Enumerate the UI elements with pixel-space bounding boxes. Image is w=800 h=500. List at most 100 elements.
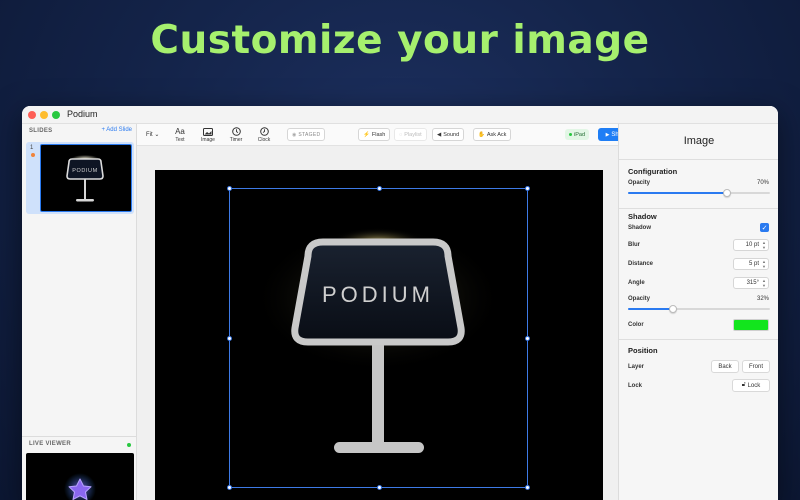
slides-header: SLIDES (29, 128, 53, 134)
text-tool-button[interactable]: Aa Text (168, 126, 192, 143)
configuration-section-title: Configuration (628, 167, 678, 176)
inspector-title: Image (683, 135, 715, 147)
slide-thumbnail[interactable]: PODIUM (40, 144, 132, 212)
podium-thumbnail-graphic: PODIUM (66, 155, 104, 202)
shadow-color-label: Color (628, 322, 644, 328)
timer-tool-button[interactable]: Timer (224, 126, 248, 143)
inspector-panel: Image Configuration Opacity 70% Shadow S… (618, 124, 778, 500)
image-icon (196, 126, 220, 137)
resize-handle-top-right[interactable] (525, 186, 530, 191)
device-label: iPad (574, 131, 586, 138)
connected-dot-icon (569, 133, 572, 136)
angle-label: Angle (628, 280, 645, 286)
live-viewer-section: LIVE VIEWER (22, 436, 137, 500)
clock-tool-label: Clock (257, 137, 271, 143)
text-icon: Aa (175, 127, 185, 136)
selection-box[interactable] (227, 186, 530, 490)
lock-button[interactable]: 🔓︎ Lock (732, 379, 770, 392)
sound-button[interactable]: ◀ Sound (432, 128, 465, 141)
shadow-toggle-label: Shadow (628, 225, 652, 231)
bolt-icon: ⚡ (363, 131, 370, 138)
blur-stepper[interactable]: 10 pt ▲ ▼ (733, 239, 769, 251)
live-status-dot (127, 443, 131, 447)
app-window: Podium SLIDES + Add Slide 1 PODIUM LIVE … (22, 106, 778, 500)
speaker-icon: ◀ (437, 131, 442, 138)
resize-handle-left[interactable] (227, 336, 232, 341)
toolbar: Fit ⌄ Aa Text Image Timer Clock ◉ STAGED (137, 124, 634, 146)
config-opacity-slider[interactable] (628, 189, 770, 197)
slide-item[interactable]: 1 PODIUM (26, 142, 134, 214)
position-section-title: Position (628, 346, 658, 355)
resize-handle-top[interactable] (377, 186, 382, 191)
lock-icon: 🔓︎ (741, 382, 746, 388)
resize-handle-top-left[interactable] (227, 186, 232, 191)
clock-icon (252, 126, 276, 137)
shadow-color-well[interactable] (733, 319, 769, 331)
staged-button[interactable]: ◉ STAGED (287, 128, 326, 141)
thumbnail-sign-text: PODIUM (72, 168, 98, 174)
config-opacity-label: Opacity (628, 180, 651, 186)
resize-handle-bottom[interactable] (377, 485, 382, 490)
play-icon: ▶ (605, 131, 610, 138)
lock-button-label: Lock (747, 382, 761, 389)
minimize-window-button[interactable] (40, 111, 48, 119)
distance-label: Distance (628, 261, 654, 267)
divider (619, 208, 778, 209)
device-badge[interactable]: iPad (565, 129, 590, 140)
slide-status-dot (31, 153, 35, 157)
divider (619, 339, 778, 340)
config-opacity-value: 70% (756, 180, 769, 186)
slide-stage[interactable]: PODIUM (155, 170, 603, 500)
resize-handle-right[interactable] (525, 336, 530, 341)
fit-label: Fit (146, 132, 153, 138)
resize-handle-bottom-right[interactable] (525, 485, 530, 490)
shadow-opacity-label: Opacity (628, 296, 651, 302)
layer-label: Layer (628, 364, 645, 370)
stepper-arrows-icon[interactable]: ▲ ▼ (762, 240, 766, 250)
shadow-checkbox[interactable]: ✓ (760, 223, 769, 232)
ask-ack-button[interactable]: ✋ Ask Ack (473, 128, 512, 141)
headline: Customize your image (150, 18, 650, 63)
blur-value: 10 pt (745, 242, 759, 248)
staged-dot-icon: ◉ (292, 131, 297, 138)
chevron-down-icon: ⌄ (154, 132, 160, 138)
sound-label: Sound (443, 131, 460, 138)
text-tool-label: Text (175, 137, 185, 143)
playlist-label: Playlist (404, 131, 422, 138)
shadow-opacity-slider[interactable] (628, 305, 770, 313)
image-tool-button[interactable]: Image (196, 126, 220, 143)
slider-knob[interactable] (669, 305, 678, 313)
flash-button[interactable]: ⚡ Flash (358, 128, 391, 141)
add-slide-button[interactable]: + Add Slide (101, 127, 132, 133)
slider-fill (628, 308, 674, 310)
close-window-button[interactable] (28, 111, 36, 119)
slider-fill (628, 192, 728, 194)
slide-number: 1 (30, 145, 34, 151)
send-back-button[interactable]: Back (711, 360, 739, 373)
zoom-window-button[interactable] (52, 111, 60, 119)
shadow-section-title: Shadow (628, 212, 657, 221)
playlist-button[interactable]: ◌ Playlist (394, 128, 427, 141)
stepper-arrows-icon[interactable]: ▲ ▼ (762, 259, 766, 269)
clock-tool-button[interactable]: Clock (252, 126, 276, 143)
title-bar: Podium (22, 106, 778, 124)
slider-knob[interactable] (723, 189, 732, 197)
checkmark-icon: ✓ (761, 224, 768, 232)
ask-ack-label: Ask Ack (486, 131, 507, 138)
distance-value: 5 pt (748, 261, 759, 267)
zoom-fit-dropdown[interactable]: Fit ⌄ (146, 131, 159, 138)
canvas-area: PODIUM (137, 146, 618, 500)
playlist-icon: ◌ (399, 131, 403, 138)
divider (619, 159, 778, 160)
stepper-arrows-icon[interactable]: ▲ ▼ (762, 278, 766, 288)
flash-label: Flash (371, 131, 386, 138)
timer-icon (224, 126, 248, 137)
slides-sidebar: SLIDES + Add Slide 1 PODIUM LIVE VIEWER (22, 124, 137, 500)
angle-stepper[interactable]: 315° ▲ ▼ (733, 277, 769, 289)
resize-handle-bottom-left[interactable] (227, 485, 232, 490)
image-tool-label: Image (201, 137, 215, 143)
timer-tool-label: Timer (229, 137, 243, 143)
hand-icon: ✋ (478, 131, 485, 138)
distance-stepper[interactable]: 5 pt ▲ ▼ (733, 258, 769, 270)
bring-front-button[interactable]: Front (742, 360, 770, 373)
